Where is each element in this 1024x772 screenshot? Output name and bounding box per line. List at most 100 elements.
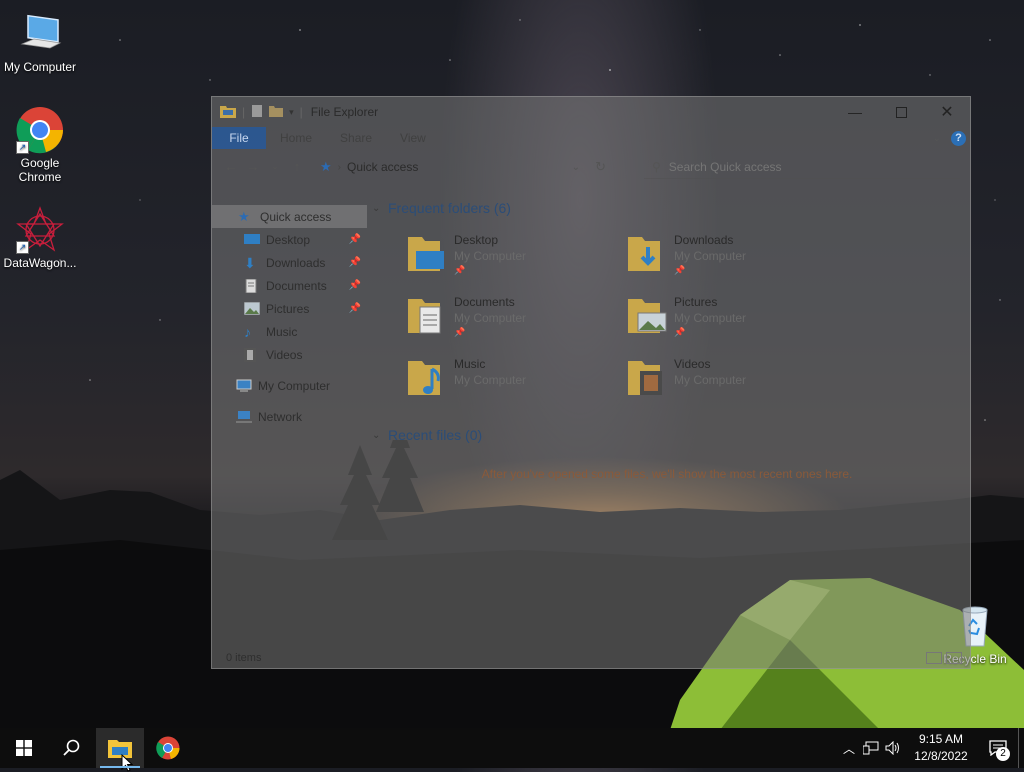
star-icon: ★ — [238, 208, 250, 224]
folder-name: Downloads — [674, 233, 734, 247]
properties-icon[interactable] — [251, 104, 263, 121]
nav-item-documents[interactable]: Documents 📌 — [212, 274, 367, 297]
search-box[interactable]: ⚲ — [644, 156, 960, 179]
documents-icon — [244, 278, 260, 293]
frequent-folders-header[interactable]: ⌄ Frequent folders (6) — [372, 197, 962, 219]
shortcut-arrow-icon: ↗ — [16, 241, 29, 254]
recent-locations-button[interactable]: ⌄ — [264, 161, 286, 172]
taskbar-chrome[interactable] — [144, 728, 192, 768]
tab-home[interactable]: Home — [266, 127, 326, 149]
window-title: File Explorer — [310, 105, 379, 119]
nav-item-label: Music — [266, 324, 298, 339]
pictures-folder-icon — [628, 299, 667, 333]
status-bar-item-count: 0 items — [226, 652, 262, 664]
nav-item-downloads[interactable]: ⬇ Downloads 📌 — [212, 251, 367, 274]
pin-icon: 📌 — [674, 327, 686, 337]
breadcrumb-quick-access[interactable]: Quick access — [347, 160, 418, 174]
nav-item-desktop[interactable]: Desktop 📌 — [212, 228, 367, 251]
view-switcher — [926, 652, 962, 664]
folder-tile-documents[interactable]: Documents My Computer 📌 — [408, 295, 618, 351]
large-icons-view-icon[interactable] — [946, 652, 962, 664]
folder-tile-downloads[interactable]: Downloads My Computer 📌 — [628, 233, 838, 289]
folder-tile-videos[interactable]: Videos My Computer — [628, 357, 838, 413]
desktop-icon-label: My Computer — [3, 60, 77, 74]
star-icon: ★ — [320, 159, 332, 174]
content-pane: ⌄ Frequent folders (6) Desktop My Comput… — [372, 197, 962, 481]
start-button[interactable] — [0, 728, 48, 768]
notification-badge: 2 — [996, 747, 1010, 761]
refresh-icon[interactable]: ↻ — [595, 159, 606, 175]
maximize-button[interactable] — [878, 97, 924, 127]
network-status-button[interactable] — [860, 728, 882, 768]
folder-tile-music[interactable]: Music My Computer — [408, 357, 618, 413]
folder-name: Videos — [674, 357, 711, 371]
folder-tile-desktop[interactable]: Desktop My Computer 📌 — [408, 233, 618, 289]
clock[interactable]: 9:15 AM 12/8/2022 — [904, 731, 978, 765]
folder-location: My Computer — [674, 311, 747, 325]
folder-location: My Computer — [454, 373, 527, 387]
minimize-button[interactable]: — — [832, 97, 878, 127]
nav-item-videos[interactable]: Videos — [212, 343, 367, 366]
nav-item-quick-access[interactable]: ★ Quick access — [212, 205, 367, 228]
nav-item-my-computer[interactable]: My Computer — [212, 374, 367, 397]
pin-icon: 📌 — [348, 303, 361, 314]
volume-button[interactable] — [882, 728, 904, 768]
navigation-pane: ★ Quick access Desktop 📌 ⬇ Downloads 📌 D… — [212, 205, 367, 428]
group-label: Frequent folders (6) — [388, 200, 511, 216]
address-bar[interactable]: ★ › Quick access ⌄ ↻ — [320, 156, 610, 178]
folder-location: My Computer — [454, 311, 527, 325]
file-explorer-window[interactable]: | ▾ | File Explorer — ✕ File Home Share … — [211, 96, 971, 669]
close-button[interactable]: ✕ — [924, 97, 970, 127]
search-button[interactable] — [48, 728, 96, 768]
show-desktop-button[interactable] — [1018, 728, 1024, 768]
help-icon[interactable]: ? — [951, 130, 966, 146]
desktop-folder-icon — [408, 237, 444, 271]
search-icon: ⚲ — [652, 160, 661, 174]
action-center-button[interactable]: 2 — [978, 728, 1018, 768]
address-dropdown-icon[interactable]: ⌄ — [572, 162, 580, 173]
network-icon — [236, 410, 252, 424]
title-bar[interactable]: | ▾ | File Explorer — ✕ — [212, 97, 970, 127]
expand-ribbon-icon[interactable]: ⌄ — [933, 133, 941, 144]
up-button[interactable]: ↑ — [286, 159, 308, 174]
nav-item-label: Network — [258, 409, 303, 424]
desktop-icon-datawagon[interactable]: ↗ DataWagon... — [0, 206, 80, 270]
nav-item-label: Videos — [266, 347, 303, 362]
tab-file[interactable]: File — [212, 127, 266, 149]
folder-name: Documents — [454, 295, 515, 309]
tab-share[interactable]: Share — [326, 127, 386, 149]
taskbar: ︿ 9:15 AM 12/8/2022 2 — [0, 728, 1024, 772]
show-hidden-icons-button[interactable]: ︿ — [838, 728, 860, 768]
desktop-folder-icon — [244, 233, 260, 247]
search-input[interactable] — [666, 159, 951, 175]
computer-icon — [16, 10, 64, 58]
details-view-icon[interactable] — [926, 652, 942, 664]
network-icon — [863, 741, 879, 755]
music-folder-icon — [408, 361, 440, 395]
taskbar-file-explorer[interactable] — [96, 728, 144, 772]
nav-item-music[interactable]: ♪ Music — [212, 320, 367, 343]
forward-button[interactable]: → — [242, 159, 264, 174]
folder-name: Pictures — [674, 295, 718, 309]
desktop-icon-my-computer[interactable]: My Computer — [0, 10, 80, 74]
folder-tile-pictures[interactable]: Pictures My Computer 📌 — [628, 295, 838, 351]
new-folder-icon[interactable] — [269, 105, 284, 120]
computer-icon — [236, 379, 252, 393]
nav-item-network[interactable]: Network — [212, 405, 367, 428]
pin-icon: 📌 — [348, 257, 361, 268]
datawagon-icon: ↗ — [16, 206, 64, 254]
customize-toolbar-icon[interactable]: ▾ — [289, 107, 294, 118]
recent-files-header[interactable]: ⌄ Recent files (0) — [372, 424, 572, 446]
back-button[interactable]: ← — [220, 159, 242, 174]
nav-item-pictures[interactable]: Pictures 📌 — [212, 297, 367, 320]
documents-folder-icon — [408, 299, 441, 334]
folder-location: My Computer — [674, 373, 747, 387]
nav-item-label: My Computer — [258, 378, 331, 393]
nav-item-label: Downloads — [266, 255, 326, 270]
desktop-icon-label: Google Chrome — [18, 156, 62, 184]
speaker-icon — [885, 741, 899, 755]
tab-view[interactable]: View — [386, 127, 440, 149]
pin-icon: 📌 — [674, 265, 686, 275]
folder-name: Music — [454, 357, 486, 371]
desktop-icon-google-chrome[interactable]: ↗ Google Chrome — [0, 106, 80, 184]
